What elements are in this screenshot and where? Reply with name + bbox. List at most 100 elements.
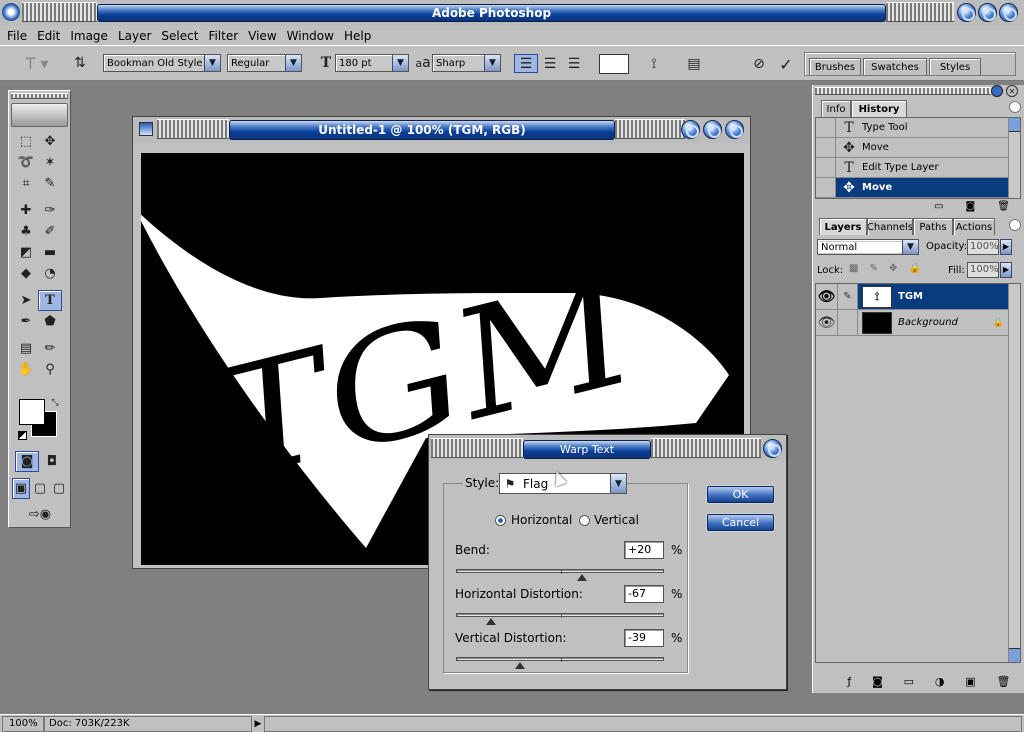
text-color-swatch[interactable] <box>599 54 629 74</box>
font-family-select[interactable]: Bookman Old Style ▼ <box>103 54 221 72</box>
trash-icon[interactable]: 🗑 <box>997 675 1011 689</box>
screen-mode-full-menu-icon[interactable]: ▢ <box>31 478 49 499</box>
app-icon[interactable] <box>2 3 20 21</box>
layer-row-background[interactable]: 👁 Background 🔒 <box>816 310 1020 336</box>
status-menu-arrow-icon[interactable]: ▶ <box>252 719 264 729</box>
new-document-from-state-icon[interactable]: ▭ <box>934 201 943 215</box>
radio-vertical[interactable] <box>579 515 590 526</box>
close-button[interactable] <box>999 3 1018 22</box>
clone-stamp-tool-icon[interactable]: ♣ <box>14 221 38 242</box>
vdist-field[interactable]: -39 <box>624 629 664 647</box>
brush-tool-icon[interactable]: ✑ <box>38 200 62 221</box>
type-tool-icon[interactable]: T <box>38 290 62 311</box>
tab-swatches[interactable]: Swatches <box>863 58 927 75</box>
jump-to-imageready-icon[interactable]: ⇨◉ <box>15 504 65 525</box>
opacity-arrow-icon[interactable]: ▶ <box>1000 239 1012 255</box>
radio-horizontal[interactable] <box>495 515 506 526</box>
dodge-tool-icon[interactable]: ◔ <box>38 263 62 284</box>
history-item[interactable]: ✥ Move <box>816 138 1020 158</box>
palettes-icon[interactable]: ▤ <box>683 53 705 75</box>
font-style-select[interactable]: Regular ▼ <box>227 54 302 72</box>
history-item[interactable]: T Edit Type Layer <box>816 158 1020 178</box>
tab-info[interactable]: Info <box>821 100 851 117</box>
lock-transparency-icon[interactable]: ▩ <box>849 263 858 277</box>
minimize-button[interactable] <box>957 3 976 22</box>
add-mask-icon[interactable]: ◙ <box>872 675 883 689</box>
document-icon[interactable] <box>139 122 153 136</box>
tab-layers[interactable]: Layers <box>819 218 867 235</box>
shape-tool-icon[interactable]: ⬟ <box>38 311 62 332</box>
blur-tool-icon[interactable]: ◆ <box>14 263 38 284</box>
trash-icon[interactable]: 🗑 <box>997 201 1010 215</box>
vertical-label[interactable]: Vertical <box>594 513 639 527</box>
history-scrollbar[interactable] <box>1008 118 1020 198</box>
cancel-edit-icon[interactable]: ⊘ <box>748 53 770 75</box>
lock-all-icon[interactable]: 🔒 <box>909 263 921 277</box>
zoom-tool-icon[interactable]: ⚲ <box>38 359 62 380</box>
toolbox-logo[interactable] <box>11 103 68 127</box>
layer-style-icon[interactable]: ƒ <box>847 675 851 689</box>
ok-button[interactable]: OK <box>707 486 774 503</box>
menu-file[interactable]: File <box>7 29 27 43</box>
bend-slider-thumb[interactable] <box>576 574 587 581</box>
type-tool-preset-icon[interactable]: T ▾ <box>20 53 54 73</box>
history-snapshot-checkbox[interactable] <box>816 158 836 177</box>
blend-mode-select[interactable]: Normal ▼ <box>817 239 919 255</box>
menu-window[interactable]: Window <box>287 29 334 43</box>
menu-image[interactable]: Image <box>70 29 108 43</box>
path-selection-tool-icon[interactable]: ➤ <box>14 290 38 311</box>
layer-row-tgm[interactable]: 👁 ✎ ⟟ TGM <box>816 284 1020 310</box>
history-brush-tool-icon[interactable]: ✐ <box>38 221 62 242</box>
menu-view[interactable]: View <box>248 29 276 43</box>
crop-tool-icon[interactable]: ⌗ <box>14 173 38 194</box>
bend-slider[interactable] <box>456 569 664 581</box>
eraser-tool-icon[interactable]: ◩ <box>14 242 38 263</box>
doc-size[interactable]: Doc: 703K/223K <box>44 715 252 732</box>
new-layer-icon[interactable]: ▣ <box>965 675 975 689</box>
fill-field[interactable]: 100% <box>967 262 999 278</box>
menu-help[interactable]: Help <box>344 29 371 43</box>
eye-icon[interactable]: 👁 <box>816 310 838 335</box>
align-center-button[interactable]: ☰ <box>539 54 561 73</box>
history-snapshot-checkbox[interactable] <box>816 178 836 197</box>
fill-arrow-icon[interactable]: ▶ <box>1000 262 1012 278</box>
tab-history[interactable]: History <box>851 100 907 117</box>
maximize-button[interactable] <box>978 3 997 22</box>
gradient-tool-icon[interactable]: ▬ <box>38 242 62 263</box>
zoom-level[interactable]: 100% <box>2 715 44 732</box>
menu-select[interactable]: Select <box>161 29 198 43</box>
vdist-slider[interactable] <box>456 657 664 669</box>
doc-close-button[interactable] <box>725 120 744 139</box>
lock-pixels-icon[interactable]: ✎ <box>870 263 878 277</box>
new-snapshot-icon[interactable]: ◙ <box>966 201 976 215</box>
lock-position-icon[interactable]: ✥ <box>889 263 897 277</box>
history-menu-arrow-icon[interactable] <box>1009 101 1021 113</box>
standard-mode-icon[interactable]: ◙ <box>15 451 39 472</box>
pen-tool-icon[interactable]: ✒ <box>14 311 38 332</box>
marquee-tool-icon[interactable]: ⬚ <box>14 131 38 152</box>
screen-mode-standard-icon[interactable]: ▣ <box>12 478 30 499</box>
warp-text-icon[interactable]: ⟟ <box>643 53 665 75</box>
tab-styles[interactable]: Styles <box>929 58 981 75</box>
opacity-field[interactable]: 100% <box>967 239 999 255</box>
brush-link-icon[interactable]: ✎ <box>838 284 858 309</box>
quick-mask-mode-icon[interactable]: ◘ <box>40 451 64 472</box>
hdist-slider-thumb[interactable] <box>486 618 497 625</box>
font-size-select[interactable]: 180 pt ▼ <box>335 54 409 72</box>
move-tool-icon[interactable]: ✥ <box>38 131 62 152</box>
eye-icon[interactable]: 👁 <box>816 284 838 309</box>
link-slot[interactable] <box>838 310 858 335</box>
history-snapshot-checkbox[interactable] <box>816 138 836 157</box>
default-colors-icon[interactable] <box>18 431 27 440</box>
menu-layer[interactable]: Layer <box>118 29 151 43</box>
commit-edit-icon[interactable]: ✓ <box>775 53 797 75</box>
palette-collapse-icon[interactable] <box>991 85 1003 97</box>
swap-colors-icon[interactable]: ⤡ <box>49 397 61 409</box>
antialias-select[interactable]: Sharp ▼ <box>432 54 501 72</box>
menu-edit[interactable]: Edit <box>37 29 60 43</box>
screen-mode-full-icon[interactable]: ▢ <box>50 478 68 499</box>
warp-close-button[interactable] <box>763 439 782 458</box>
new-set-icon[interactable]: ▭ <box>904 675 914 689</box>
layers-scrollbar[interactable] <box>1008 284 1020 662</box>
slice-tool-icon[interactable]: ✎ <box>38 173 62 194</box>
